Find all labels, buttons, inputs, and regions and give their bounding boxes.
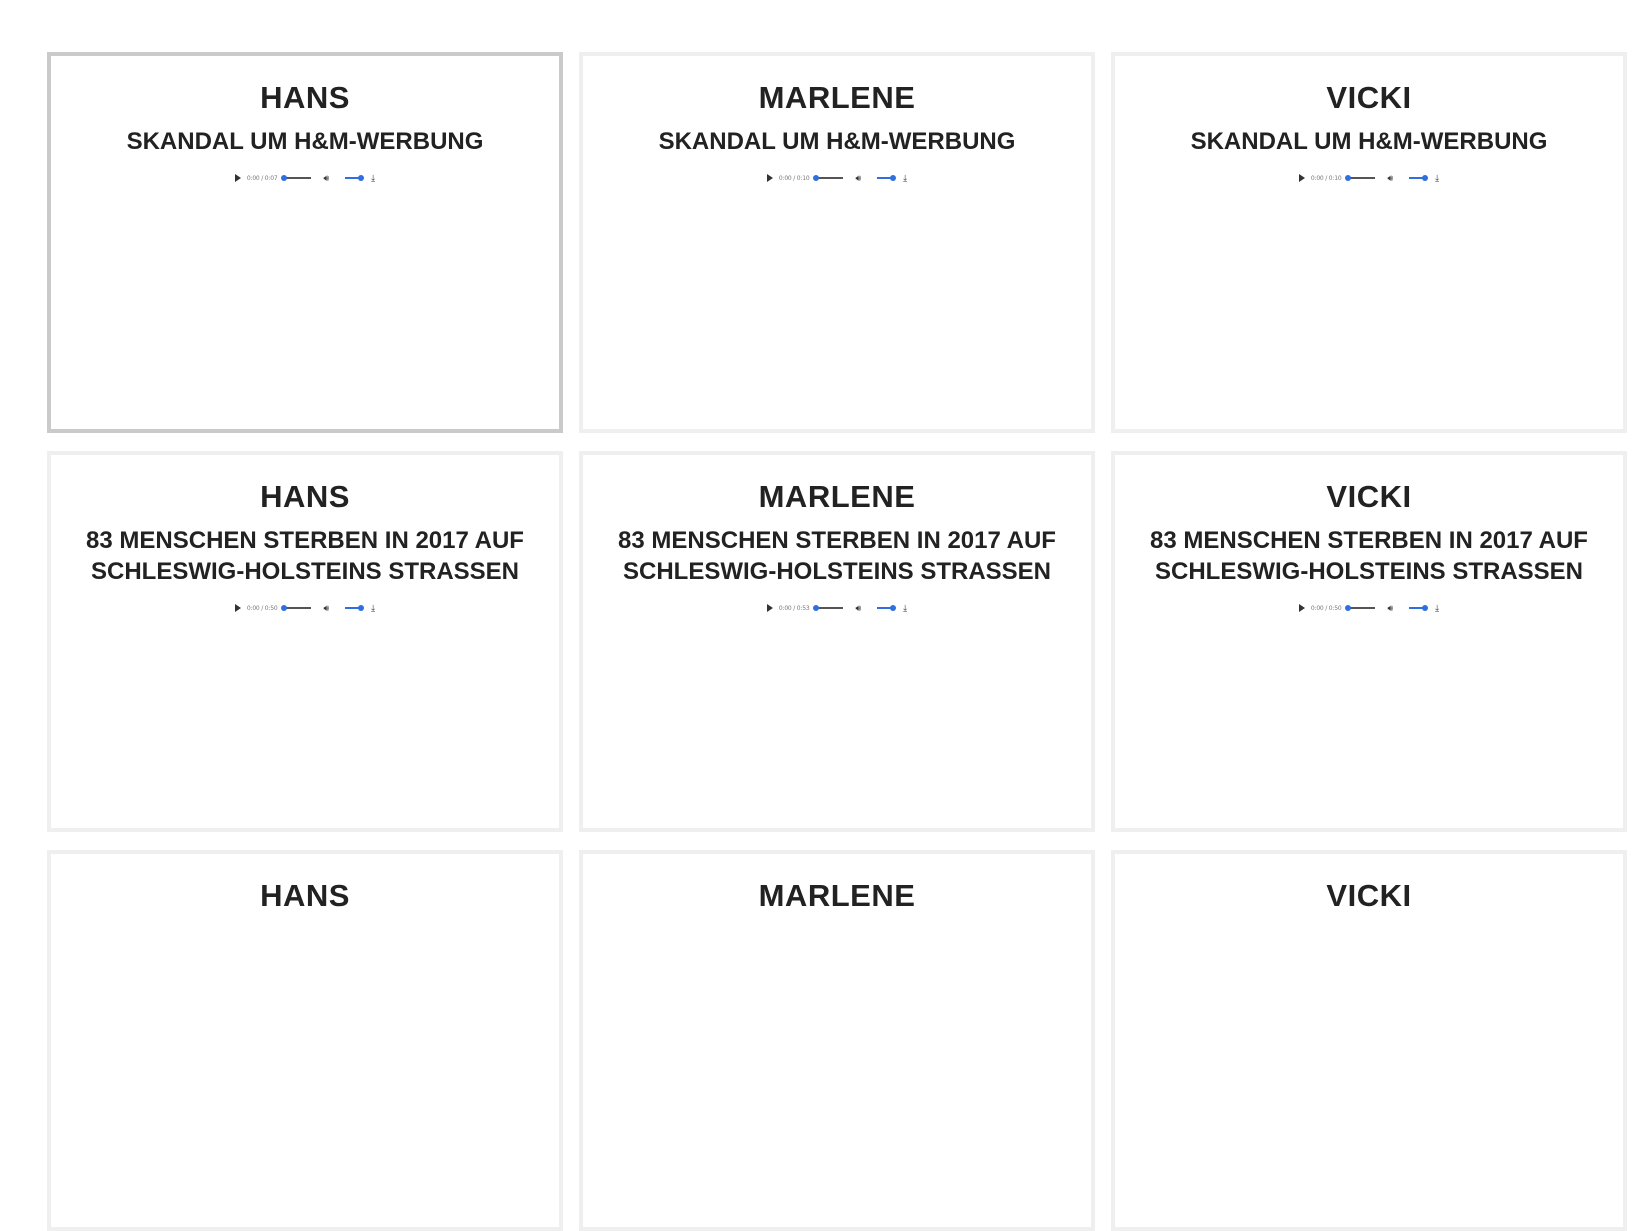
volume-knob[interactable]	[1422, 175, 1429, 181]
speaker-name: MARLENE	[758, 479, 916, 514]
news-headline: 83 MENSCHEN STERBEN IN 2017 AUF SCHLESWI…	[1150, 527, 1588, 585]
news-headline: SKANDAL UM H&M-WERBUNG	[1190, 128, 1548, 155]
progress-knob[interactable]	[281, 175, 288, 181]
news-headline: 83 MENSCHEN STERBEN IN 2017 AUF SCHLESWI…	[618, 527, 1056, 585]
audio-player[interactable]: 0:00 / 0:50 🔊︎ ⤓	[1298, 601, 1439, 615]
play-icon[interactable]	[766, 174, 773, 182]
volume-knob[interactable]	[890, 605, 897, 611]
progress-knob[interactable]	[813, 605, 820, 611]
download-icon[interactable]: ⤓	[1435, 603, 1439, 614]
volume-slider[interactable]	[1409, 175, 1429, 181]
speaker-name: HANS	[260, 80, 350, 115]
download-icon[interactable]: ⤓	[371, 173, 375, 184]
audio-card[interactable]: HANS SKANDAL UM H&M-WERBUNG 0:00 / 0:07 …	[47, 52, 563, 433]
volume-icon[interactable]: 🔊︎	[323, 603, 329, 614]
speaker-name: VICKI	[1326, 479, 1412, 514]
volume-icon[interactable]: 🔊︎	[855, 173, 861, 184]
progress-bar[interactable]	[281, 175, 312, 181]
volume-icon[interactable]: 🔊︎	[1387, 173, 1393, 184]
audio-card[interactable]: VICKI SKANDAL UM H&M-WERBUNG 0:00 / 0:10…	[1111, 52, 1627, 433]
progress-bar[interactable]	[1345, 605, 1376, 611]
playback-time: 0:00 / 0:50	[246, 604, 278, 612]
audio-player[interactable]: 0:00 / 0:10 🔊︎ ⤓	[766, 171, 907, 185]
progress-bar[interactable]	[813, 605, 844, 611]
volume-knob[interactable]	[1422, 605, 1429, 611]
download-icon[interactable]: ⤓	[1435, 173, 1439, 184]
volume-slider[interactable]	[877, 175, 897, 181]
progress-knob[interactable]	[1345, 605, 1352, 611]
volume-slider[interactable]	[345, 175, 365, 181]
volume-slider[interactable]	[877, 605, 897, 611]
playback-time: 0:00 / 0:07	[246, 174, 278, 182]
audio-player[interactable]: 0:00 / 0:50 🔊︎ ⤓	[234, 601, 375, 615]
progress-bar[interactable]	[813, 175, 844, 181]
volume-slider[interactable]	[345, 605, 365, 611]
audio-card[interactable]: MARLENE	[579, 850, 1095, 1231]
download-icon[interactable]: ⤓	[903, 173, 907, 184]
audio-player[interactable]: 0:00 / 0:53 🔊︎ ⤓	[766, 601, 907, 615]
progress-bar[interactable]	[1345, 175, 1376, 181]
audio-card[interactable]: MARLENE SKANDAL UM H&M-WERBUNG 0:00 / 0:…	[579, 52, 1095, 433]
playback-time: 0:00 / 0:10	[1310, 174, 1342, 182]
volume-icon[interactable]: 🔊︎	[855, 603, 861, 614]
news-headline: 83 MENSCHEN STERBEN IN 2017 AUF SCHLESWI…	[86, 527, 524, 585]
volume-icon[interactable]: 🔊︎	[323, 173, 329, 184]
speaker-name: HANS	[260, 479, 350, 514]
play-icon[interactable]	[1298, 604, 1305, 612]
speaker-name: MARLENE	[758, 878, 916, 913]
audio-card[interactable]: HANS 83 MENSCHEN STERBEN IN 2017 AUF SCH…	[47, 451, 563, 832]
volume-icon[interactable]: 🔊︎	[1387, 603, 1393, 614]
news-headline: SKANDAL UM H&M-WERBUNG	[658, 128, 1016, 155]
play-icon[interactable]	[234, 604, 241, 612]
play-icon[interactable]	[766, 604, 773, 612]
speaker-name: MARLENE	[758, 80, 916, 115]
volume-knob[interactable]	[890, 175, 897, 181]
audio-player[interactable]: 0:00 / 0:07 🔊︎ ⤓	[234, 171, 375, 185]
volume-knob[interactable]	[358, 175, 365, 181]
progress-knob[interactable]	[813, 175, 820, 181]
play-icon[interactable]	[1298, 174, 1305, 182]
volume-slider[interactable]	[1409, 605, 1429, 611]
playback-time: 0:00 / 0:53	[778, 604, 810, 612]
progress-knob[interactable]	[281, 605, 288, 611]
speaker-name: HANS	[260, 878, 350, 913]
audio-card-grid: HANS SKANDAL UM H&M-WERBUNG 0:00 / 0:07 …	[47, 52, 1629, 1231]
playback-time: 0:00 / 0:50	[1310, 604, 1342, 612]
volume-knob[interactable]	[358, 605, 365, 611]
download-icon[interactable]: ⤓	[371, 603, 375, 614]
audio-card[interactable]: MARLENE 83 MENSCHEN STERBEN IN 2017 AUF …	[579, 451, 1095, 832]
audio-player[interactable]: 0:00 / 0:10 🔊︎ ⤓	[1298, 171, 1439, 185]
audio-card[interactable]: VICKI 83 MENSCHEN STERBEN IN 2017 AUF SC…	[1111, 451, 1627, 832]
play-icon[interactable]	[234, 174, 241, 182]
audio-card[interactable]: HANS	[47, 850, 563, 1231]
download-icon[interactable]: ⤓	[903, 603, 907, 614]
progress-knob[interactable]	[1345, 175, 1352, 181]
news-headline: SKANDAL UM H&M-WERBUNG	[126, 128, 484, 155]
speaker-name: VICKI	[1326, 80, 1412, 115]
audio-card[interactable]: VICKI	[1111, 850, 1627, 1231]
speaker-name: VICKI	[1326, 878, 1412, 913]
playback-time: 0:00 / 0:10	[778, 174, 810, 182]
progress-bar[interactable]	[281, 605, 312, 611]
